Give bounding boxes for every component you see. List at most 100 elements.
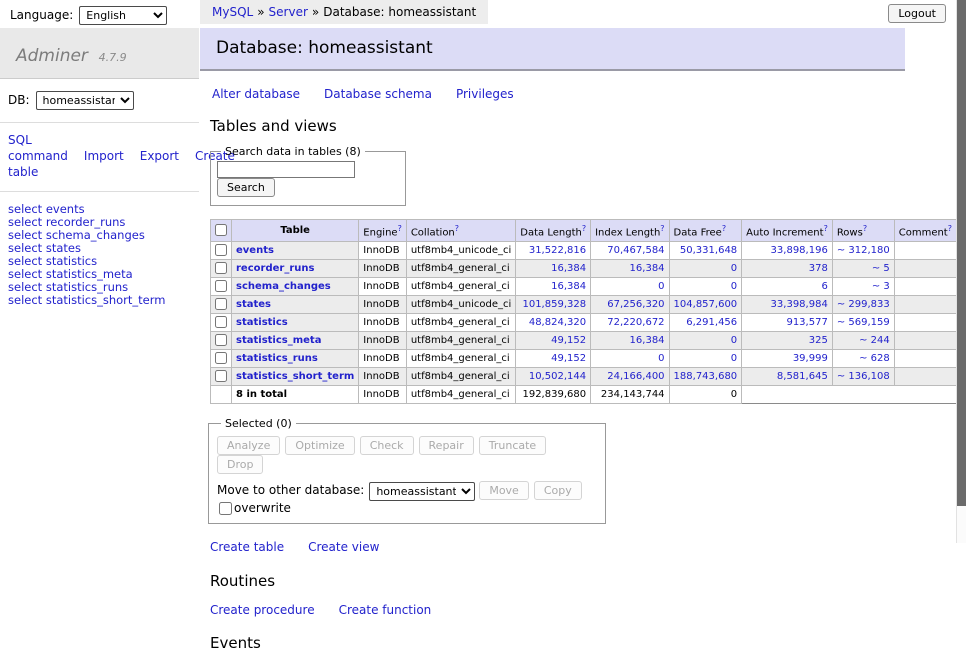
row-checkbox[interactable] <box>215 316 227 328</box>
row-check-cell <box>211 278 232 296</box>
sidebar-action-sql-command[interactable]: SQL command <box>8 133 68 163</box>
row-checkbox[interactable] <box>215 280 227 292</box>
db-link-privileges[interactable]: Privileges <box>456 87 514 101</box>
column-help-link[interactable]: ? <box>660 224 664 233</box>
db-select[interactable]: homeassistant <box>36 91 134 110</box>
routine-link-create-procedure[interactable]: Create procedure <box>210 603 315 617</box>
create-link-create-table[interactable]: Create table <box>210 540 284 554</box>
row-checkbox[interactable] <box>215 370 227 382</box>
rows-count-link[interactable]: ~ 136,108 <box>837 371 890 382</box>
scrollbar-thumb[interactable] <box>957 0 966 506</box>
logout-button[interactable]: Logout <box>888 4 946 23</box>
row-checkbox[interactable] <box>215 262 227 274</box>
check-button[interactable]: Check <box>360 436 414 455</box>
data-length-link[interactable]: 16,384 <box>551 281 586 292</box>
data-free-link[interactable]: 0 <box>731 335 737 346</box>
column-help-link[interactable]: ? <box>824 224 828 233</box>
collation-cell: utf8mb4_unicode_ci <box>406 242 515 260</box>
move-button[interactable]: Move <box>479 481 529 500</box>
table-name-link[interactable]: states <box>236 299 271 310</box>
index-length-link[interactable]: 72,220,672 <box>607 317 664 328</box>
index-length-link[interactable]: 70,467,584 <box>607 245 664 256</box>
overwrite-checkbox[interactable] <box>219 502 232 515</box>
index-length-link[interactable]: 0 <box>658 281 664 292</box>
data-free-link[interactable]: 0 <box>731 281 737 292</box>
copy-button[interactable]: Copy <box>534 481 582 500</box>
auto-increment-link[interactable]: 8,581,645 <box>777 371 828 382</box>
auto-increment-link[interactable]: 33,398,984 <box>771 299 828 310</box>
main-content: Database: homeassistant Alter databaseDa… <box>200 28 905 652</box>
data-length-link[interactable]: 16,384 <box>551 263 586 274</box>
index-length-link[interactable]: 0 <box>658 353 664 364</box>
db-link-alter-database[interactable]: Alter database <box>212 87 300 101</box>
comment-cell <box>894 350 956 368</box>
auto-increment-link[interactable]: 325 <box>809 335 828 346</box>
rows-count-link[interactable]: ~ 569,159 <box>837 317 890 328</box>
routine-link-create-function[interactable]: Create function <box>339 603 432 617</box>
data-free-link[interactable]: 104,857,600 <box>674 299 738 310</box>
language-select[interactable]: English <box>79 6 167 25</box>
index-length-link[interactable]: 16,384 <box>630 335 665 346</box>
sidebar-action-import[interactable]: Import <box>84 149 124 163</box>
data-length-link[interactable]: 101,859,328 <box>522 299 586 310</box>
drop-button[interactable]: Drop <box>217 455 263 474</box>
search-button[interactable]: Search <box>217 178 275 197</box>
data-free-link[interactable]: 6,291,456 <box>686 317 737 328</box>
table-name-link[interactable]: recorder_runs <box>236 263 314 274</box>
column-help-link[interactable]: ? <box>582 224 586 233</box>
table-name-link[interactable]: statistics <box>236 317 288 328</box>
vertical-scrollbar[interactable] <box>956 0 966 543</box>
column-help-link[interactable]: ? <box>722 224 726 233</box>
data-free-link[interactable]: 50,331,648 <box>680 245 737 256</box>
db-link-database-schema[interactable]: Database schema <box>324 87 432 101</box>
sidebar-item-select-statistics-short-term[interactable]: select statistics_short_term <box>8 294 191 307</box>
row-checkbox[interactable] <box>215 352 227 364</box>
repair-button[interactable]: Repair <box>419 436 474 455</box>
optimize-button[interactable]: Optimize <box>285 436 354 455</box>
data-free-link[interactable]: 0 <box>731 353 737 364</box>
table-name-link[interactable]: statistics_meta <box>236 335 321 346</box>
column-help-link[interactable]: ? <box>398 224 402 233</box>
row-checkbox[interactable] <box>215 298 227 310</box>
total-index-length: 234,143,744 <box>591 386 669 404</box>
search-input[interactable] <box>217 161 355 178</box>
rows-count-link[interactable]: ~ 299,833 <box>837 299 890 310</box>
column-help-link[interactable]: ? <box>863 224 867 233</box>
rows-count-link[interactable]: ~ 3 <box>872 281 890 292</box>
rows-count-link[interactable]: ~ 5 <box>872 263 890 274</box>
breadcrumb-mysql-link[interactable]: MySQL <box>212 5 253 19</box>
rows-count-link[interactable]: ~ 628 <box>859 353 890 364</box>
create-link-create-view[interactable]: Create view <box>308 540 379 554</box>
truncate-button[interactable]: Truncate <box>479 436 546 455</box>
auto-increment-link[interactable]: 6 <box>821 281 827 292</box>
data-length-link[interactable]: 31,522,816 <box>529 245 586 256</box>
move-db-select[interactable]: homeassistant <box>369 482 475 501</box>
data-length-link[interactable]: 48,824,320 <box>529 317 586 328</box>
index-length-link[interactable]: 16,384 <box>630 263 665 274</box>
index-length-link[interactable]: 67,256,320 <box>607 299 664 310</box>
auto-increment-link[interactable]: 378 <box>809 263 828 274</box>
table-name-link[interactable]: schema_changes <box>236 281 331 292</box>
analyze-button[interactable]: Analyze <box>217 436 280 455</box>
data-free-link[interactable]: 0 <box>731 263 737 274</box>
rows-count-link[interactable]: ~ 244 <box>859 335 890 346</box>
breadcrumb-server-link[interactable]: Server <box>269 5 308 19</box>
auto-increment-link[interactable]: 39,999 <box>793 353 828 364</box>
sidebar-action-export[interactable]: Export <box>140 149 179 163</box>
data-length-link[interactable]: 49,152 <box>551 335 586 346</box>
auto-increment-link[interactable]: 33,898,196 <box>771 245 828 256</box>
data-length-link[interactable]: 49,152 <box>551 353 586 364</box>
rows-count-link[interactable]: ~ 312,180 <box>837 245 890 256</box>
table-name-link[interactable]: events <box>236 245 274 256</box>
table-name-link[interactable]: statistics_short_term <box>236 371 354 382</box>
data-free-link[interactable]: 188,743,680 <box>674 371 738 382</box>
row-checkbox[interactable] <box>215 244 227 256</box>
column-help-link[interactable]: ? <box>948 224 952 233</box>
data-length-link[interactable]: 10,502,144 <box>529 371 586 382</box>
auto-increment-link[interactable]: 913,577 <box>786 317 827 328</box>
index-length-link[interactable]: 24,166,400 <box>607 371 664 382</box>
select-all-checkbox[interactable] <box>215 224 227 236</box>
table-name-link[interactable]: statistics_runs <box>236 353 318 364</box>
row-checkbox[interactable] <box>215 334 227 346</box>
column-help-link[interactable]: ? <box>455 224 459 233</box>
